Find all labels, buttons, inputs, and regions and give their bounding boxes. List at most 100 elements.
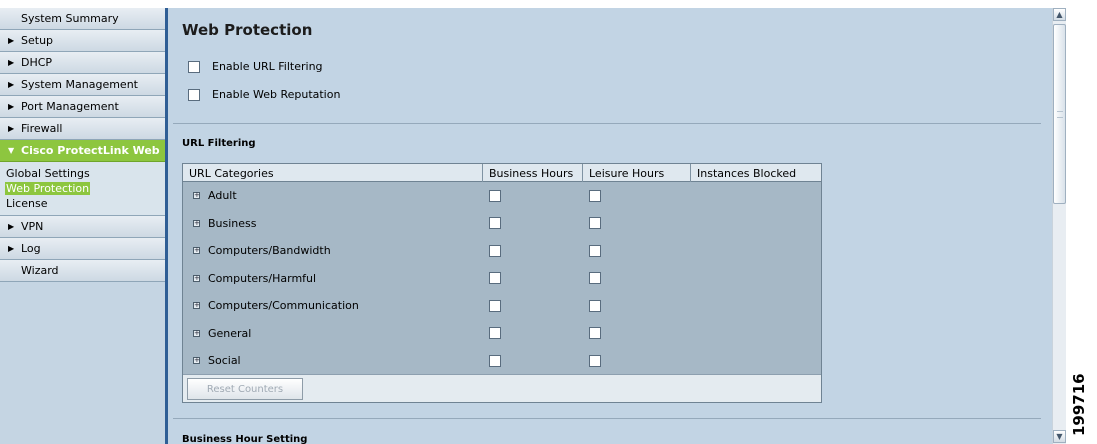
expand-plus-icon[interactable]: + (193, 219, 200, 227)
category-cell: + Business (183, 217, 483, 230)
section-divider (173, 418, 1041, 419)
leisure-hours-checkbox[interactable] (589, 327, 601, 340)
category-label: Social (208, 354, 241, 368)
url-filtering-heading: URL Filtering (182, 138, 256, 149)
leisure-hours-checkbox[interactable] (589, 189, 601, 202)
nav-item-system-summary[interactable]: System Summary (0, 8, 165, 30)
category-label: General (208, 326, 252, 340)
expand-arrow-icon: ▶ (8, 36, 15, 45)
nav-item-port-management[interactable]: ▶ Port Management (0, 96, 165, 118)
expand-arrow-icon: ▶ (8, 80, 15, 89)
business-hours-cell (483, 272, 583, 285)
table-row: + Adult (183, 182, 821, 210)
expand-arrow-icon: ▶ (8, 102, 15, 111)
sub-item-global-settings[interactable]: Global Settings (0, 166, 165, 181)
nav-item-setup[interactable]: ▶ Setup (0, 30, 165, 52)
nav-item-cisco-protectlink-web[interactable]: ▼ Cisco ProtectLink Web (0, 140, 165, 162)
business-hours-checkbox[interactable] (489, 299, 501, 312)
leisure-hours-checkbox[interactable] (589, 217, 601, 230)
nav-label: Cisco ProtectLink Web (21, 144, 160, 157)
enable-web-reputation-checkbox[interactable] (188, 88, 200, 101)
table-row: + Social (183, 347, 821, 375)
business-hours-checkbox[interactable] (489, 272, 501, 285)
section-divider (173, 123, 1041, 124)
column-header-business-hours: Business Hours (483, 164, 583, 182)
category-label: Computers/Bandwidth (208, 244, 331, 258)
scroll-up-icon[interactable]: ▲ (1053, 8, 1066, 21)
enable-url-filtering-row: Enable URL Filtering (188, 60, 323, 73)
vertical-scrollbar[interactable]: ▲ ▼ (1052, 8, 1066, 444)
expand-arrow-icon: ▶ (8, 244, 15, 253)
nav-item-log[interactable]: ▶ Log (0, 238, 165, 260)
expand-plus-icon[interactable]: + (193, 192, 200, 200)
main-content: Web Protection Enable URL Filtering Enab… (168, 8, 1052, 444)
nav-label: Log (21, 242, 41, 255)
category-cell: + Social (183, 354, 483, 367)
enable-url-filtering-checkbox[interactable] (188, 60, 200, 73)
expand-plus-icon[interactable]: + (193, 247, 200, 255)
figure-id: 199716 (1070, 373, 1088, 436)
category-label: Business (208, 216, 257, 230)
protectlink-submenu: Global Settings Web Protection License (0, 162, 165, 216)
business-hours-cell (483, 299, 583, 312)
nav-item-system-management[interactable]: ▶ System Management (0, 74, 165, 96)
nav-label: Firewall (21, 122, 63, 135)
grip-icon (1057, 111, 1063, 118)
business-hours-cell (483, 244, 583, 257)
url-categories-table: URL Categories Business Hours Leisure Ho… (182, 163, 822, 403)
leisure-hours-checkbox[interactable] (589, 244, 601, 257)
expand-plus-icon[interactable]: + (193, 274, 200, 282)
leisure-hours-cell (583, 217, 691, 230)
enable-url-filtering-label: Enable URL Filtering (212, 60, 323, 73)
sub-item-label: Global Settings (6, 167, 90, 180)
table-row: + General (183, 320, 821, 348)
business-hour-setting-heading: Business Hour Setting (182, 434, 308, 444)
table-body: + Adult + Business + Computers/Bandwidth + C… (183, 182, 821, 375)
category-cell: + Adult (183, 189, 483, 202)
scrollbar-thumb[interactable] (1053, 24, 1066, 204)
business-hours-checkbox[interactable] (489, 189, 501, 202)
category-label: Computers/Harmful (208, 271, 317, 285)
leisure-hours-cell (583, 327, 691, 340)
expand-plus-icon[interactable]: + (193, 329, 200, 337)
business-hours-checkbox[interactable] (489, 327, 501, 340)
leisure-hours-cell (583, 189, 691, 202)
leisure-hours-checkbox[interactable] (589, 299, 601, 312)
sub-item-web-protection[interactable]: Web Protection (0, 181, 165, 196)
table-row: + Computers/Communication (183, 292, 821, 320)
nav-label: Setup (21, 34, 54, 47)
sub-item-license[interactable]: License (0, 196, 165, 211)
expand-plus-icon[interactable]: + (193, 357, 200, 365)
business-hours-cell (483, 189, 583, 202)
business-hours-cell (483, 354, 583, 367)
business-hours-checkbox[interactable] (489, 217, 501, 230)
scroll-down-icon[interactable]: ▼ (1053, 430, 1066, 443)
table-header: URL Categories Business Hours Leisure Ho… (183, 164, 821, 182)
business-hours-cell (483, 217, 583, 230)
collapse-arrow-icon: ▼ (8, 146, 15, 155)
nav-item-firewall[interactable]: ▶ Firewall (0, 118, 165, 140)
business-hours-checkbox[interactable] (489, 244, 501, 257)
business-hours-checkbox[interactable] (489, 354, 501, 367)
nav-item-dhcp[interactable]: ▶ DHCP (0, 52, 165, 74)
nav-item-vpn[interactable]: ▶ VPN (0, 216, 165, 238)
category-label: Computers/Communication (208, 299, 359, 313)
category-cell: + General (183, 327, 483, 340)
table-row: + Computers/Bandwidth (183, 237, 821, 265)
reset-counters-button[interactable]: Reset Counters (187, 378, 303, 400)
leisure-hours-checkbox[interactable] (589, 272, 601, 285)
nav-label: VPN (21, 220, 44, 233)
leisure-hours-checkbox[interactable] (589, 354, 601, 367)
nav-label: DHCP (21, 56, 53, 69)
category-cell: + Computers/Communication (183, 299, 483, 312)
nav-item-wizard[interactable]: Wizard (0, 260, 165, 282)
business-hours-cell (483, 327, 583, 340)
table-footer: Reset Counters (183, 374, 821, 402)
leisure-hours-cell (583, 272, 691, 285)
category-cell: + Computers/Harmful (183, 272, 483, 285)
expand-plus-icon[interactable]: + (193, 302, 200, 310)
category-cell: + Computers/Bandwidth (183, 244, 483, 257)
nav-label: System Management (21, 78, 138, 91)
column-header-url-categories: URL Categories (183, 164, 483, 182)
expand-arrow-icon: ▶ (8, 58, 15, 67)
